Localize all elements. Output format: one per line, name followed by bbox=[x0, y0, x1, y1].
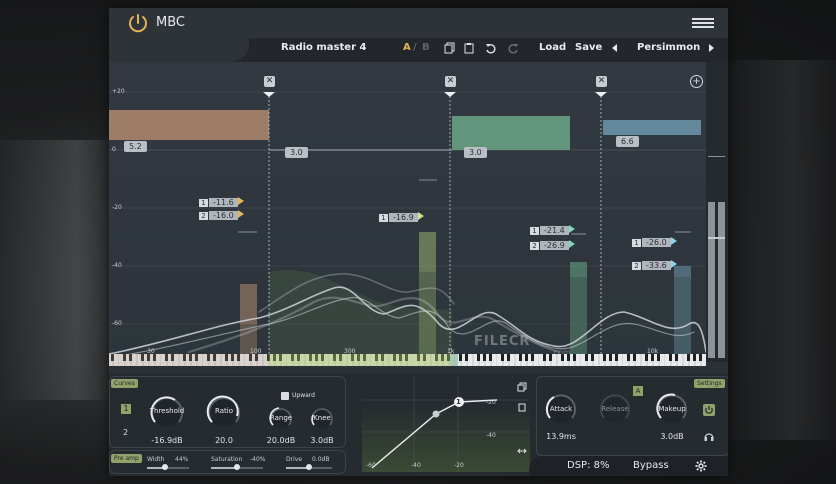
range-knob[interactable]: Range 20.0dB bbox=[267, 404, 295, 445]
curve-x-label: -40 bbox=[411, 462, 421, 469]
band-1-gain-region bbox=[109, 110, 269, 140]
band-1-gain-value[interactable]: 5.2 bbox=[124, 141, 147, 152]
redo-icon[interactable] bbox=[507, 42, 519, 54]
headphones-solo-icon[interactable] bbox=[703, 430, 715, 442]
output-meters bbox=[706, 62, 728, 362]
band-3-threshold-2[interactable]: 2 -26.9 bbox=[530, 233, 575, 252]
band-3-gain-value[interactable]: 3.0 bbox=[464, 147, 487, 158]
next-theme-icon[interactable] bbox=[705, 42, 717, 54]
remove-crossover-2-icon[interactable]: ✕ bbox=[445, 76, 456, 87]
band-4-gain-region bbox=[603, 120, 701, 135]
band-4-gain-value[interactable]: 6.6 bbox=[616, 136, 639, 147]
theme-name[interactable]: Persimmon bbox=[637, 42, 700, 53]
upward-checkbox[interactable] bbox=[281, 392, 289, 400]
add-band-icon[interactable]: + bbox=[690, 75, 703, 88]
pre-amp-tag[interactable]: Pre amp bbox=[111, 454, 142, 463]
band-4-threshold-2[interactable]: 2 -33.6 bbox=[632, 253, 677, 272]
band-2-gain-value[interactable]: 3.0 bbox=[285, 147, 308, 158]
save-button[interactable]: Save bbox=[575, 42, 602, 53]
y-label: -60 bbox=[112, 320, 122, 327]
preset-name[interactable]: Radio master 4 bbox=[281, 42, 366, 53]
band-power-icon[interactable] bbox=[703, 404, 715, 416]
right-meter bbox=[718, 202, 725, 358]
background-left-blur bbox=[0, 140, 110, 400]
background-right-blur bbox=[726, 60, 836, 440]
crossover-3-handle[interactable] bbox=[595, 92, 607, 97]
auto-release-button[interactable]: A bbox=[633, 386, 643, 396]
drive-label: Drive bbox=[286, 456, 302, 463]
band-1-selector[interactable]: 1 bbox=[121, 404, 131, 414]
drive-value: 0.0dB bbox=[312, 456, 330, 463]
dsp-usage: DSP: 8% bbox=[567, 460, 610, 471]
ratio-knob[interactable]: Ratio 20.0 bbox=[204, 392, 244, 445]
makeup-knob[interactable]: Makeup 3.0dB bbox=[653, 390, 691, 441]
paste-band-icon[interactable] bbox=[517, 402, 527, 412]
link-icon[interactable] bbox=[517, 446, 527, 456]
undo-icon[interactable] bbox=[485, 42, 497, 54]
band-2-selector[interactable]: 2 bbox=[123, 428, 128, 437]
saturation-slider[interactable] bbox=[211, 464, 263, 470]
saturation-value: -40% bbox=[250, 456, 266, 463]
left-meter bbox=[708, 202, 715, 358]
band-settings-panel: Curves 1 2 Upward Threshold -16.9dB Rati… bbox=[109, 374, 728, 476]
width-label: Width bbox=[147, 456, 165, 463]
drive-slider[interactable] bbox=[286, 464, 332, 470]
title-bar: MBC bbox=[109, 8, 728, 38]
bypass-button[interactable]: Bypass bbox=[633, 460, 669, 471]
remove-crossover-3-icon[interactable]: ✕ bbox=[596, 76, 607, 87]
threshold-knob[interactable]: Threshold -16.9dB bbox=[147, 392, 187, 445]
watermark: FILECR bbox=[474, 334, 531, 349]
paste-icon[interactable] bbox=[463, 42, 475, 54]
curve-y-label: -20 bbox=[486, 399, 496, 406]
curve-x-label: -20 bbox=[454, 462, 464, 469]
status-bar: DSP: 8% Bypass bbox=[529, 456, 728, 476]
crossover-2-handle[interactable] bbox=[444, 92, 456, 97]
crossover-1-handle[interactable] bbox=[263, 92, 275, 97]
y-label: 0 bbox=[112, 146, 116, 153]
toolbar: Radio master 4 A / B Load Save Persimmon bbox=[109, 38, 728, 62]
power-logo-icon bbox=[129, 14, 147, 33]
band-1-threshold-2[interactable]: 2 -16.0 bbox=[199, 203, 244, 222]
piano-keyboard[interactable] bbox=[109, 354, 706, 366]
width-value: 44% bbox=[175, 456, 189, 463]
curve-point-label: 1 bbox=[456, 398, 461, 406]
curve-y-label: -40 bbox=[486, 432, 496, 439]
width-slider[interactable] bbox=[147, 464, 189, 470]
transfer-curve[interactable] bbox=[362, 376, 530, 472]
band-2-threshold-1[interactable]: 1 -16.9 bbox=[379, 205, 424, 224]
y-label: -20 bbox=[112, 204, 122, 211]
copy-icon[interactable] bbox=[444, 42, 456, 54]
copy-band-icon[interactable] bbox=[517, 382, 527, 392]
spectrum-graph[interactable]: +20 0 -20 -40 -60 ✕ ✕ ✕ + 5.2 3.0 3.0 6.… bbox=[109, 62, 706, 362]
y-label: +20 bbox=[112, 88, 125, 95]
release-knob[interactable]: Release bbox=[596, 390, 634, 432]
band-3-gain-region bbox=[452, 116, 570, 150]
menu-icon[interactable] bbox=[692, 18, 714, 28]
settings-tag[interactable]: Settings bbox=[694, 379, 725, 388]
curve-x-label: -60 bbox=[366, 462, 376, 469]
prev-theme-icon[interactable] bbox=[609, 42, 621, 54]
knee-knob[interactable]: Knee 3.0dB bbox=[308, 404, 336, 445]
ab-b-button[interactable]: B bbox=[422, 42, 430, 53]
plugin-window: MBC Radio master 4 A / B Load Save Persi… bbox=[109, 8, 728, 476]
load-button[interactable]: Load bbox=[539, 42, 566, 53]
app-title: MBC bbox=[156, 15, 185, 30]
band-4-threshold-1[interactable]: 1 -26.0 bbox=[632, 230, 677, 249]
y-label: -40 bbox=[112, 262, 122, 269]
saturation-label: Saturation bbox=[211, 456, 243, 463]
ab-separator: / bbox=[413, 42, 417, 53]
remove-crossover-1-icon[interactable]: ✕ bbox=[264, 76, 275, 87]
attack-knob[interactable]: Attack 13.9ms bbox=[542, 390, 580, 441]
ab-a-button[interactable]: A bbox=[403, 42, 411, 53]
upward-label: Upward bbox=[292, 392, 315, 399]
gear-icon[interactable] bbox=[695, 460, 707, 472]
curves-tag[interactable]: Curves bbox=[111, 379, 138, 388]
